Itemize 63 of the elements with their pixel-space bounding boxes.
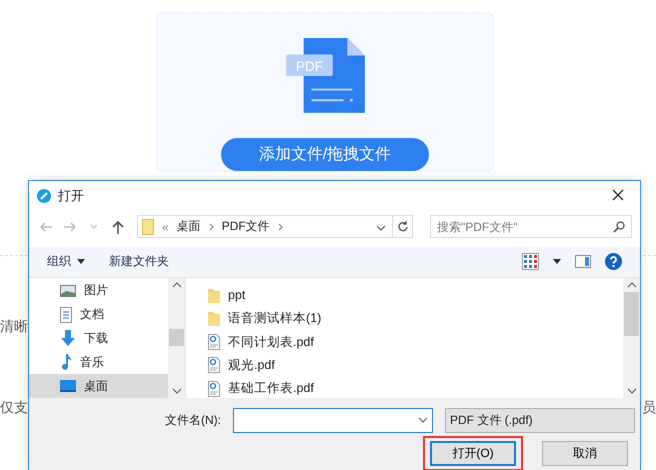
music-note-icon <box>60 354 72 370</box>
drop-zone[interactable]: PDF 添加文件/拖拽文件 <box>156 12 494 172</box>
app-logo-icon <box>37 188 51 203</box>
dialog-button[interactable]: 取消 <box>542 440 628 466</box>
scroll-down-icon <box>626 388 636 394</box>
filename-label: 文件名(N): <box>165 412 221 429</box>
chevron-right-icon <box>208 222 214 230</box>
scrollbar-thumb[interactable] <box>624 292 639 336</box>
help-icon[interactable] <box>605 253 622 270</box>
desktop-icon <box>60 380 76 392</box>
nav-item[interactable]: 文档 <box>29 302 168 327</box>
menu-button[interactable]: 组织 <box>47 253 85 270</box>
chevron-down-icon <box>418 417 428 424</box>
scrollbar-thumb[interactable] <box>169 329 184 346</box>
arrow-right-icon <box>63 220 77 232</box>
document-icon <box>60 306 72 323</box>
folder-icon <box>208 311 220 326</box>
search-field[interactable]: 搜索"PDF文件" <box>430 215 632 238</box>
nav-item[interactable]: 桌面 <box>29 374 168 398</box>
breadcrumb-item[interactable]: PDF文件 <box>222 218 270 235</box>
arrow-up-icon <box>112 220 124 234</box>
arrow-left-icon <box>39 220 53 232</box>
scroll-up-icon <box>172 282 182 288</box>
folder-icon <box>208 288 220 303</box>
file-item[interactable]: 基础工作表.pdf <box>208 380 623 398</box>
scroll-up-icon <box>626 282 636 288</box>
dialog-button[interactable]: 打开(O) <box>430 440 516 466</box>
address-bar[interactable]: « 桌面 PDF文件 <box>137 215 413 238</box>
file-item[interactable]: 观光.pdf <box>208 356 623 375</box>
add-file-button[interactable]: 添加文件/拖拽文件 <box>221 138 429 171</box>
nav-item[interactable]: 下载 <box>29 326 168 350</box>
page-text: 清晰 <box>0 318 28 336</box>
window-title: 打开 <box>58 186 85 205</box>
scroll-down-icon <box>172 388 182 394</box>
pdf-file-icon <box>208 357 220 374</box>
scrollbar[interactable] <box>623 278 640 398</box>
chevron-right-icon <box>278 222 283 230</box>
chevron-down-icon <box>90 224 98 229</box>
filename-field[interactable] <box>233 408 433 433</box>
picture-frame-icon <box>60 284 76 297</box>
nav-item[interactable]: 音乐 <box>29 350 168 374</box>
pdf-file-icon <box>208 380 220 397</box>
pdf-file-icon <box>208 334 220 350</box>
chevron-down-icon <box>376 224 386 230</box>
view-grid-icon[interactable] <box>522 253 539 270</box>
page-text: 仅支 <box>0 399 28 417</box>
breadcrumb-item[interactable]: « <box>162 220 169 234</box>
refresh-icon <box>397 221 408 232</box>
file-item[interactable]: 不同计划表.pdf <box>208 332 623 352</box>
file-type-dropdown[interactable]: PDF 文件 (.pdf) <box>445 408 635 433</box>
toolbar-button[interactable]: 新建文件夹 <box>109 253 169 270</box>
download-arrow-icon <box>60 330 76 346</box>
file-item[interactable]: 语音测试样本(1) <box>208 309 623 328</box>
file-item[interactable]: ppt <box>208 286 623 304</box>
search-icon <box>613 221 625 233</box>
folder-icon <box>142 218 154 234</box>
breadcrumb-item[interactable]: 桌面 <box>176 218 201 235</box>
caret-icon[interactable] <box>553 259 561 264</box>
close-icon <box>612 189 624 202</box>
page-text: 员 <box>642 399 656 417</box>
preview-pane-icon[interactable] <box>575 255 591 268</box>
scrollbar[interactable] <box>168 278 185 398</box>
nav-item[interactable]: 图片 <box>29 278 168 303</box>
